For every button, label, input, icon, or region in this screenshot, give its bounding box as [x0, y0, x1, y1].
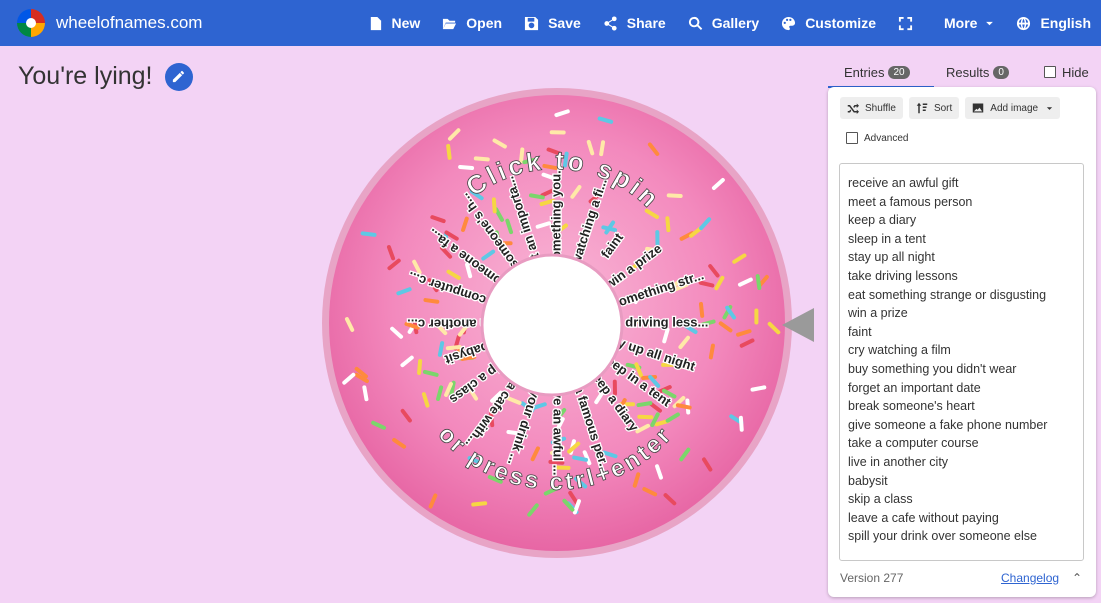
- share-button[interactable]: Share: [603, 15, 666, 31]
- fullscreen-button[interactable]: [898, 16, 922, 31]
- wheel-title-row: You're lying!: [18, 62, 193, 91]
- chevron-down-icon: [986, 21, 994, 25]
- advanced-checkbox[interactable]: [846, 132, 858, 144]
- panel-tabs: Entries 20 Results 0 Hide: [828, 58, 1101, 88]
- donut-hole: [480, 253, 624, 397]
- sprinkle: [549, 130, 566, 135]
- entry-line: receive an awful gift: [848, 176, 959, 190]
- entries-count-badge: 20: [888, 65, 910, 79]
- changelog-link[interactable]: Changelog: [1001, 571, 1059, 585]
- entry-line: give someone a fake phone number: [848, 417, 1048, 432]
- shuffle-icon: [847, 103, 859, 114]
- brand[interactable]: wheelofnames.com: [0, 9, 202, 37]
- new-button[interactable]: New: [368, 15, 420, 31]
- search-icon: [688, 16, 702, 30]
- folder-open-icon: [443, 18, 457, 29]
- entries-panel: Shuffle Sort Add image Advanced receive …: [828, 87, 1096, 597]
- edit-title-button[interactable]: [164, 62, 193, 91]
- palette-icon: [782, 16, 796, 30]
- entry-line: take driving lessons: [848, 268, 958, 283]
- entry-line: take a computer course: [848, 436, 979, 451]
- tab-results[interactable]: Results 0: [946, 58, 1009, 86]
- entry-line: stay up all night: [848, 250, 935, 265]
- entry-line: spill your drink over someone else: [848, 529, 1037, 544]
- entry-line: babysit: [848, 473, 888, 488]
- main-menu: New Open Save Share Gallery Customize Mo…: [346, 0, 1091, 46]
- sprinkle: [754, 308, 759, 325]
- entry-line: keep a diary: [848, 213, 917, 228]
- sprinkle: [637, 414, 654, 420]
- hide-checkbox[interactable]: [1044, 66, 1056, 78]
- spin-wheel[interactable]: take driving less...stay up all nightsle…: [322, 88, 792, 558]
- sort-button[interactable]: Sort: [908, 97, 960, 119]
- entry-line: cry watching a film: [848, 343, 951, 358]
- entries-textarea[interactable]: receive an awful gift meet a famous perso…: [839, 163, 1084, 561]
- sort-icon: [916, 102, 928, 114]
- save-button[interactable]: Save: [524, 15, 581, 31]
- more-menu-button[interactable]: More: [944, 15, 994, 31]
- gallery-button[interactable]: Gallery: [688, 15, 759, 31]
- entries-toolbar: Shuffle Sort Add image: [840, 97, 1066, 119]
- pencil-icon: [172, 70, 185, 83]
- file-icon: [370, 16, 381, 30]
- brand-name: wheelofnames.com: [56, 13, 203, 32]
- open-button[interactable]: Open: [442, 15, 502, 31]
- wheel-logo-icon: [17, 9, 45, 37]
- customize-button[interactable]: Customize: [781, 15, 876, 31]
- shuffle-button[interactable]: Shuffle: [840, 97, 903, 119]
- entry-line: win a prize: [848, 306, 908, 321]
- entry-line: sleep in a tent: [848, 231, 926, 246]
- language-button[interactable]: English: [1016, 15, 1091, 31]
- fullscreen-icon: [898, 16, 913, 30]
- entry-line: skip a class: [848, 492, 913, 507]
- version-label: Version 277: [840, 571, 904, 585]
- entry-line: eat something strange or disgusting: [848, 287, 1047, 302]
- save-icon: [525, 16, 539, 30]
- top-bar: wheelofnames.com New Open Save Share Gal…: [0, 0, 1101, 46]
- wheel-pointer: [782, 308, 814, 342]
- add-image-button[interactable]: Add image: [965, 97, 1061, 119]
- entry-line: live in another city: [848, 454, 949, 469]
- results-count-badge: 0: [993, 65, 1009, 79]
- panel-footer: Version 277 Changelog ⌃: [840, 571, 1086, 589]
- sprinkle: [666, 193, 683, 199]
- image-icon: [973, 103, 984, 113]
- entry-line: forget an important date: [848, 380, 981, 395]
- entry-line: break someone's heart: [848, 399, 975, 414]
- entry-line: leave a cafe without paying: [848, 510, 999, 525]
- hide-panel-toggle[interactable]: Hide: [1044, 58, 1089, 86]
- entry-line: meet a famous person: [848, 194, 973, 209]
- entry-line: faint: [848, 324, 872, 339]
- chevron-up-icon[interactable]: ⌃: [1072, 571, 1082, 585]
- chevron-down-icon: [1046, 106, 1053, 110]
- share-icon: [604, 15, 617, 31]
- advanced-toggle[interactable]: Advanced: [846, 132, 908, 144]
- globe-icon: [1017, 16, 1031, 30]
- tab-entries[interactable]: Entries 20: [828, 58, 934, 88]
- page-title: You're lying!: [18, 62, 153, 90]
- entry-line: buy something you didn't wear: [848, 361, 1017, 376]
